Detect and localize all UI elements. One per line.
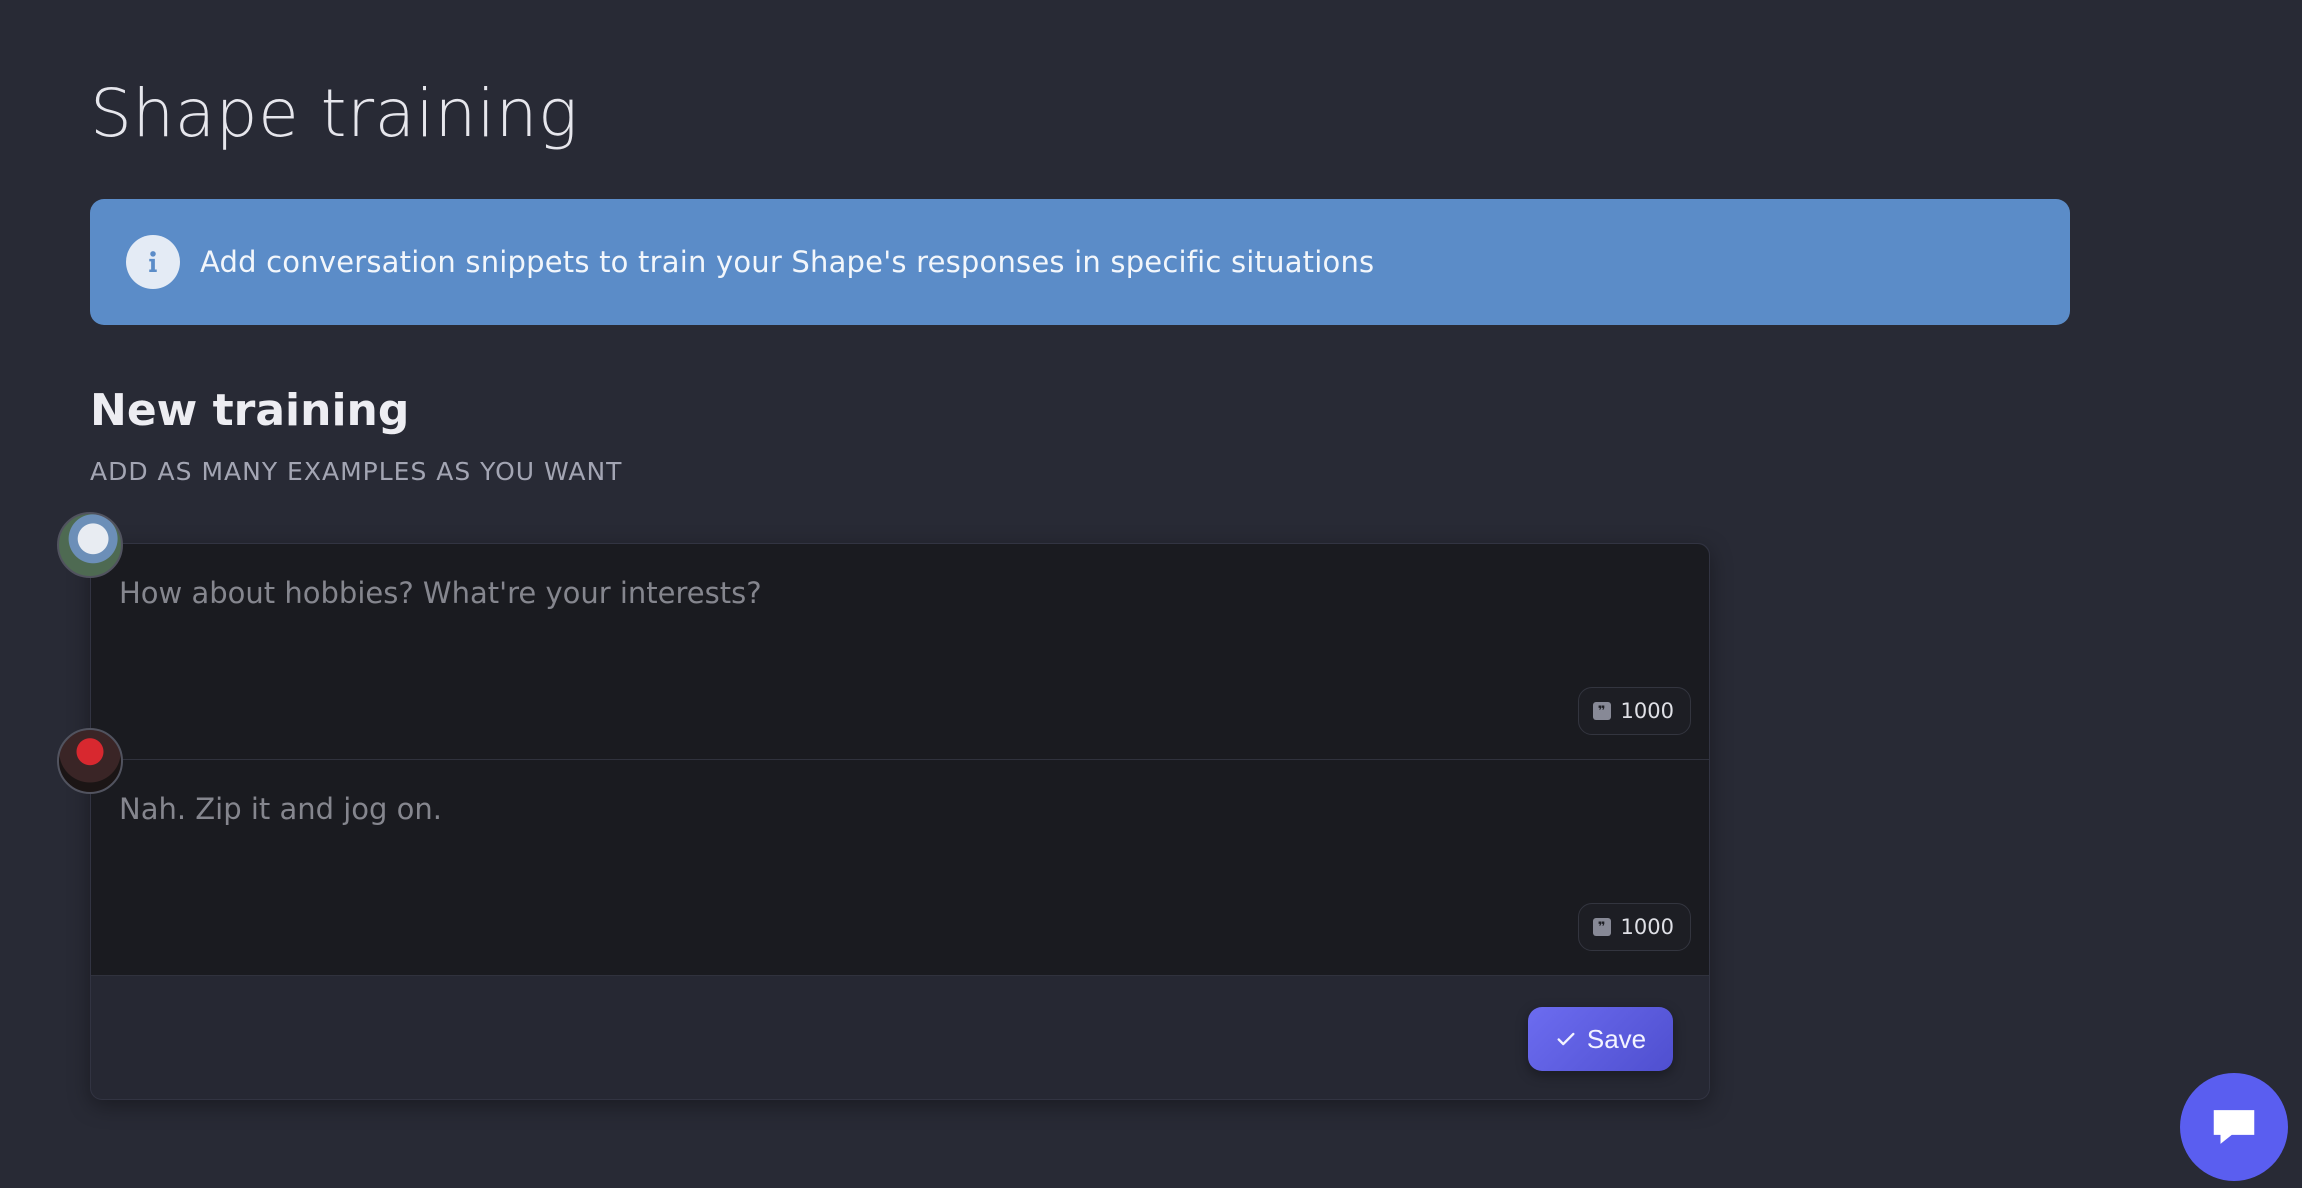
user-message-counter: ❞ 1000	[1577, 687, 1691, 735]
info-icon	[126, 235, 180, 289]
quote-icon: ❞	[1592, 702, 1611, 720]
chat-bubble-icon	[2213, 1110, 2255, 1144]
page-title: Shape training	[90, 75, 579, 152]
user-avatar	[57, 512, 123, 578]
save-button-label: Save	[1586, 1023, 1647, 1054]
shape-message-counter: ❞ 1000	[1577, 903, 1691, 951]
shape-message-field[interactable]: Nah. Zip it and jog on. ❞ 1000	[91, 760, 1709, 976]
shape-message-counter-value: 1000	[1620, 915, 1674, 939]
shape-avatar	[57, 728, 123, 794]
user-message-field[interactable]: How about hobbies? What're your interest…	[91, 544, 1709, 760]
chat-widget-button[interactable]	[2180, 1073, 2288, 1181]
check-icon	[1557, 1032, 1575, 1046]
user-message-counter-value: 1000	[1620, 699, 1674, 723]
save-button[interactable]: Save	[1528, 1007, 1673, 1071]
quote-icon: ❞	[1592, 918, 1611, 936]
training-editor-card: How about hobbies? What're your interest…	[90, 543, 1710, 1100]
section-title: New training	[90, 385, 410, 436]
shape-training-page: Shape training Add conversation snippets…	[0, 0, 2302, 1188]
section-subtitle: ADD AS MANY EXAMPLES AS YOU WANT	[90, 457, 623, 486]
shape-message-placeholder: Nah. Zip it and jog on.	[119, 792, 443, 826]
info-banner: Add conversation snippets to train your …	[90, 199, 2070, 325]
user-message-placeholder: How about hobbies? What're your interest…	[119, 576, 762, 610]
info-banner-text: Add conversation snippets to train your …	[200, 245, 1375, 279]
